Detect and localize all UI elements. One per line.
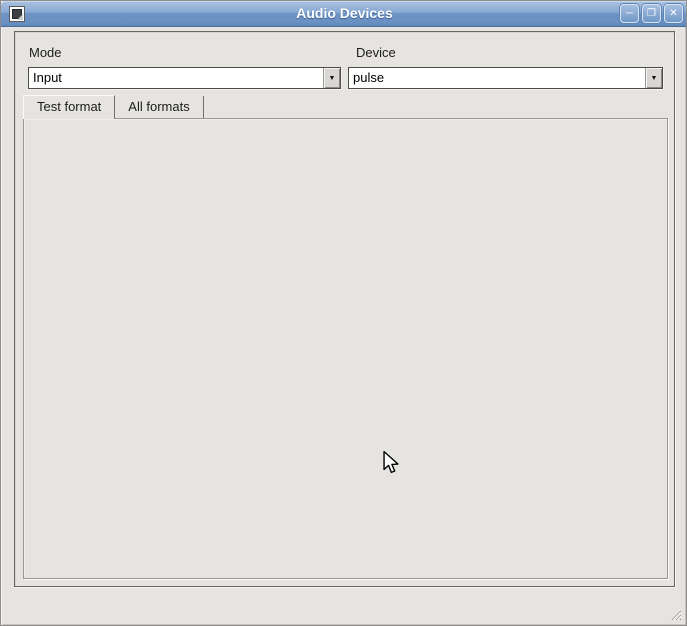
device-dropdown-button[interactable]: ▼ — [645, 68, 662, 88]
tab-pane — [23, 118, 668, 579]
titlebar-buttons: ─ ❐ ✕ — [620, 4, 683, 23]
chevron-down-icon: ▼ — [651, 75, 658, 82]
tab-all-formats[interactable]: All formats — [115, 96, 203, 119]
device-combobox[interactable]: pulse ▼ — [348, 67, 663, 89]
tab-test-format[interactable]: Test format — [23, 95, 115, 119]
chevron-down-icon: ▼ — [329, 75, 336, 82]
close-button[interactable]: ✕ — [664, 4, 683, 23]
format-tabbar: Test format All formats — [23, 95, 204, 119]
mode-dropdown-button[interactable]: ▼ — [323, 68, 340, 88]
device-label: Device — [356, 45, 396, 60]
close-icon: ✕ — [669, 8, 677, 19]
resize-grip-icon[interactable] — [669, 608, 682, 621]
mode-label: Mode — [29, 45, 62, 60]
device-combobox-value: pulse — [349, 68, 645, 88]
audio-devices-window: Audio Devices ─ ❐ ✕ Mode Device Input ▼ … — [0, 0, 687, 626]
minimize-icon: ─ — [626, 8, 633, 19]
window-title: Audio Devices — [1, 1, 687, 27]
minimize-button[interactable]: ─ — [620, 4, 639, 23]
maximize-icon: ❐ — [647, 8, 656, 19]
maximize-button[interactable]: ❐ — [642, 4, 661, 23]
mode-combobox[interactable]: Input ▼ — [28, 67, 341, 89]
mode-combobox-value: Input — [29, 68, 323, 88]
titlebar: Audio Devices ─ ❐ ✕ — [1, 1, 687, 27]
mouse-cursor-icon — [381, 451, 401, 480]
